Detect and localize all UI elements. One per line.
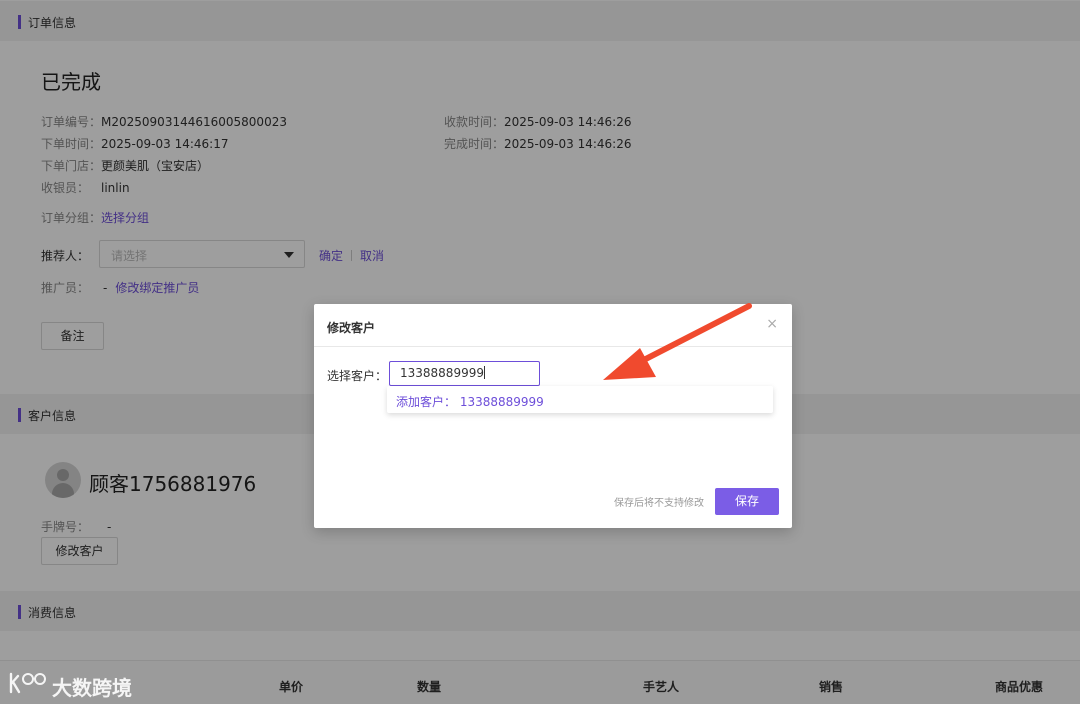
edit-customer-modal: 修改客户 × 选择客户： 13388889999 添加客户： 133888899… bbox=[314, 304, 792, 528]
customer-search-value: 13388889999 bbox=[400, 366, 484, 380]
modal-title: 修改客户 bbox=[327, 321, 376, 335]
select-customer-label: 选择客户： bbox=[327, 369, 388, 383]
save-hint: 保存后将不支持修改 bbox=[614, 498, 704, 509]
customer-search-input[interactable]: 13388889999 bbox=[389, 361, 540, 386]
close-icon[interactable]: × bbox=[766, 316, 778, 332]
customer-suggestion-dropdown: 添加客户： 13388889999 bbox=[387, 386, 773, 413]
add-customer-suggestion[interactable]: 添加客户： 13388889999 bbox=[396, 393, 544, 410]
save-button[interactable]: 保存 bbox=[715, 488, 779, 515]
text-cursor bbox=[483, 366, 485, 379]
watermark: 大数跨境 bbox=[8, 670, 132, 700]
watermark-text: 大数跨境 bbox=[52, 676, 132, 700]
modal-divider bbox=[314, 346, 792, 347]
watermark-logo-icon bbox=[9, 672, 46, 694]
